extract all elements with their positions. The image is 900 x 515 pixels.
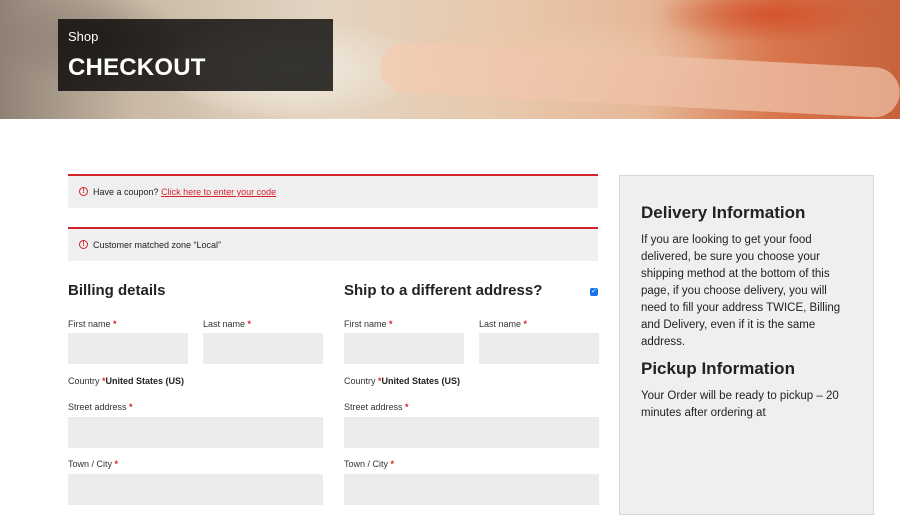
- billing-town-label: Town / City *: [68, 459, 119, 469]
- shipping-street-label: Street address *: [344, 402, 409, 412]
- billing-last-name-label: Last name *: [203, 319, 252, 329]
- info-circle-icon: !: [79, 240, 88, 249]
- billing-first-name-input[interactable]: [68, 333, 188, 364]
- billing-street-label: Street address *: [68, 402, 133, 412]
- coupon-notice: ! Have a coupon? Click here to enter you…: [68, 174, 598, 208]
- shipping-first-name-input[interactable]: [344, 333, 464, 364]
- page-title-box: Shop CHECKOUT: [58, 19, 333, 91]
- shipping-country-value: United States (US): [381, 376, 461, 386]
- shipping-town-label: Town / City *: [344, 459, 395, 469]
- breadcrumb-shop[interactable]: Shop: [68, 29, 98, 44]
- pickup-info-heading: Pickup Information: [641, 359, 795, 378]
- checkmark-icon: ✓: [591, 288, 597, 295]
- billing-last-name-input[interactable]: [203, 333, 323, 364]
- billing-country-field: Country *United States (US): [68, 376, 185, 386]
- ship-different-heading: Ship to a different address?: [344, 282, 543, 299]
- zone-notice-text: Customer matched zone “Local”: [93, 240, 222, 250]
- shipping-last-name-input[interactable]: [479, 333, 599, 364]
- pickup-info-text: Your Order will be ready to pickup – 20 …: [641, 390, 839, 419]
- zone-notice: ! Customer matched zone “Local”: [68, 227, 598, 261]
- hero-banner: Shop CHECKOUT: [0, 0, 900, 119]
- shipping-town-input[interactable]: [344, 474, 599, 505]
- delivery-info-heading: Delivery Information: [641, 203, 806, 222]
- billing-street-input[interactable]: [68, 417, 323, 448]
- hero-image-arm: [379, 41, 900, 119]
- billing-heading: Billing details: [68, 282, 166, 299]
- coupon-link[interactable]: Click here to enter your code: [161, 187, 276, 197]
- shipping-first-name-label: First name *: [344, 319, 393, 329]
- billing-country-value: United States (US): [105, 376, 185, 386]
- billing-first-name-label: First name *: [68, 319, 117, 329]
- info-circle-icon: !: [79, 187, 88, 196]
- ship-different-checkbox[interactable]: ✓: [590, 288, 598, 296]
- info-sidebar: Delivery Information If you are looking …: [619, 175, 874, 515]
- shipping-country-field: Country *United States (US): [344, 376, 461, 386]
- delivery-info-text: If you are looking to get your food deli…: [641, 234, 841, 348]
- shipping-street-input[interactable]: [344, 417, 599, 448]
- shipping-last-name-label: Last name *: [479, 319, 528, 329]
- billing-town-input[interactable]: [68, 474, 323, 505]
- coupon-notice-text: Have a coupon?: [93, 187, 159, 197]
- page-title: CHECKOUT: [68, 54, 206, 81]
